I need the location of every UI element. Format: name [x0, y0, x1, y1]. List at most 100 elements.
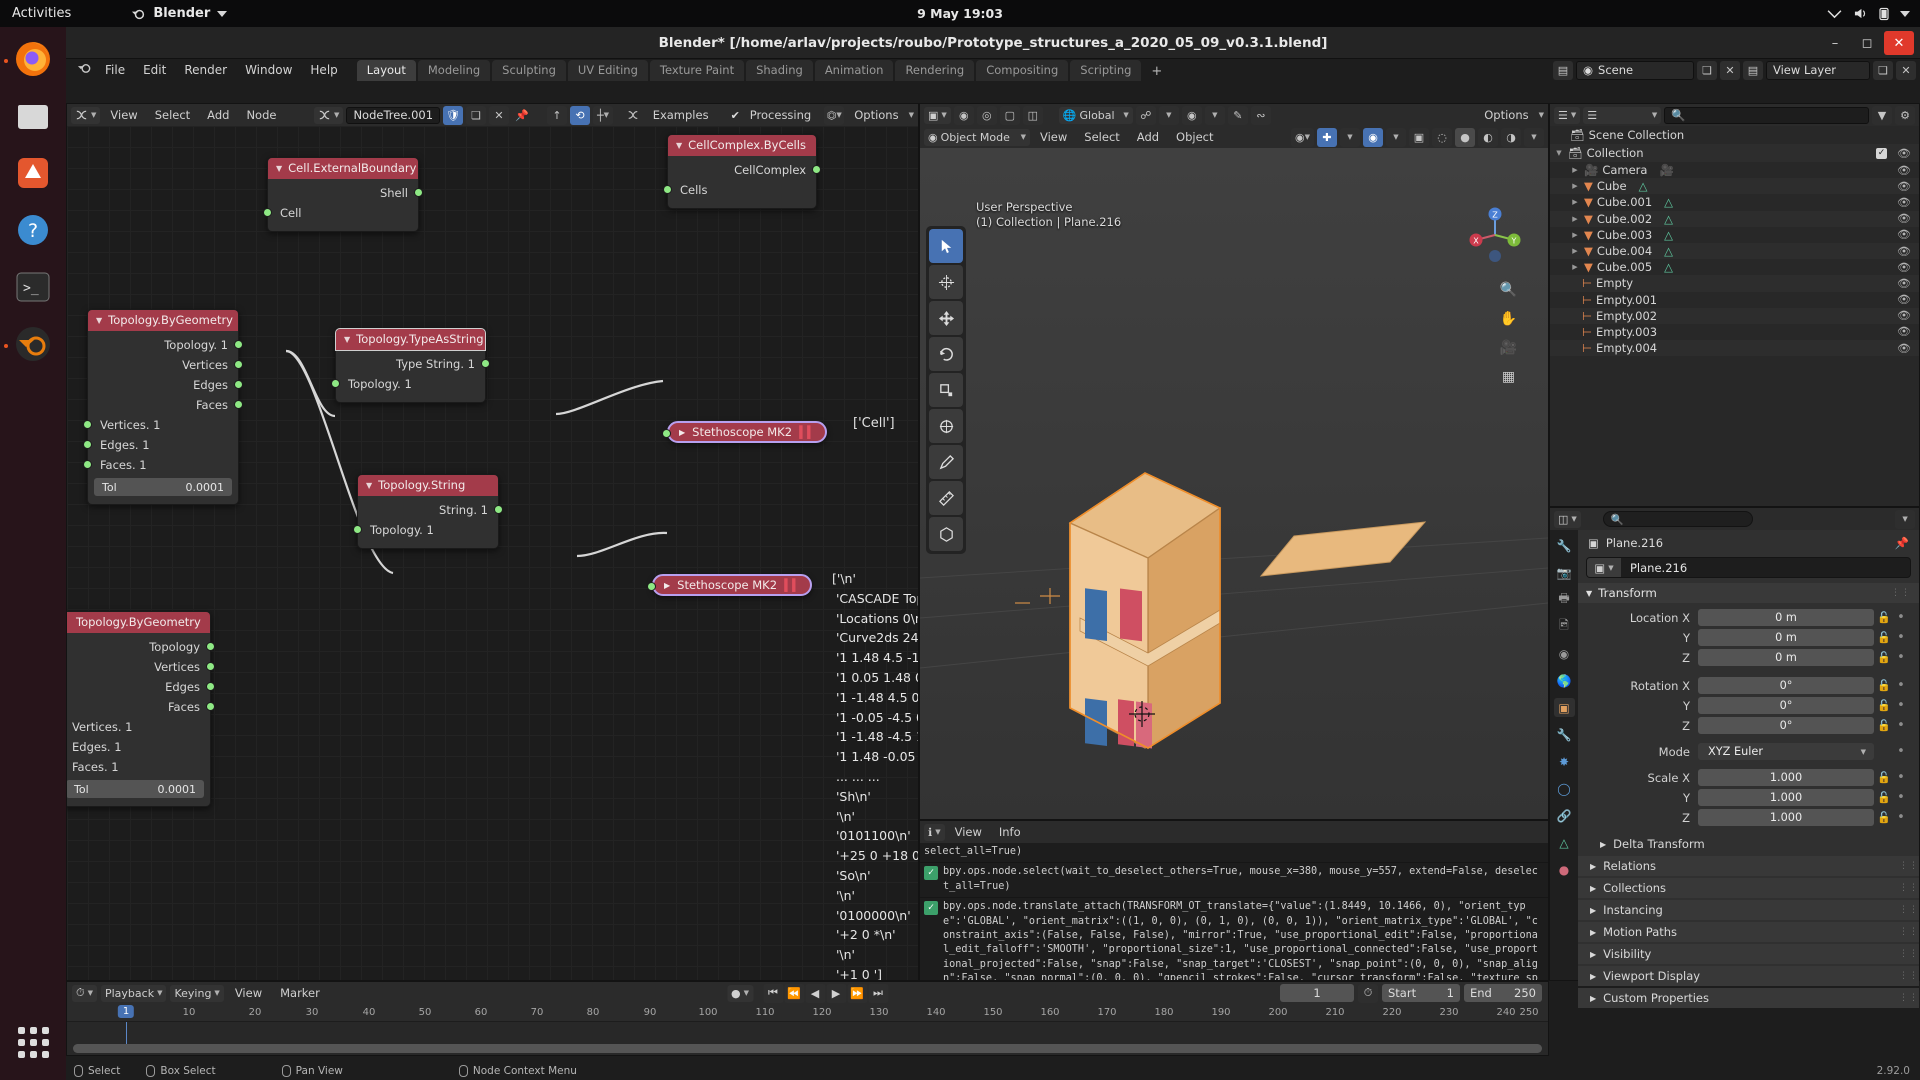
panel-relations[interactable]: ▶ Relations ⋮⋮ — [1578, 856, 1919, 876]
dock-help-icon[interactable]: ? — [9, 206, 57, 254]
tool-annotate[interactable] — [929, 445, 963, 479]
minimize-button[interactable]: – — [1820, 31, 1850, 55]
expand-triangle-icon[interactable]: ▶ — [1570, 182, 1580, 190]
prop-value[interactable]: 0 m — [1698, 609, 1874, 626]
tab-view-layer[interactable]: 🖻 — [1554, 617, 1575, 636]
panel-instancing[interactable]: ▶ Instancing ⋮⋮ — [1578, 900, 1919, 920]
expand-triangle-icon[interactable]: ▶ — [1570, 263, 1580, 271]
pin-icon[interactable]: 📌 — [512, 106, 532, 125]
tab-compositing[interactable]: Compositing — [976, 60, 1069, 81]
rotation-mode-select[interactable]: XYZ Euler ▼ — [1698, 743, 1874, 760]
lock-icon[interactable]: 🔓 — [1874, 811, 1894, 824]
lock-icon[interactable]: 🔓 — [1874, 651, 1894, 664]
expand-triangle-icon[interactable]: ▶ — [679, 428, 685, 437]
end-frame-field[interactable]: End 250 — [1464, 984, 1542, 1002]
shading-solid-button[interactable]: ● — [1455, 127, 1475, 147]
mesh-data-icon[interactable]: △ — [1664, 244, 1673, 258]
tool-select-box[interactable] — [929, 229, 963, 263]
outliner-item-empty-001[interactable]: ⊢ Empty.001 👁 — [1550, 292, 1919, 308]
tab-modifiers[interactable]: 🔧 — [1554, 725, 1575, 744]
timeline-ruler[interactable]: 1 10 20 30 40 50 60 70 80 90 100 110 120… — [67, 1004, 1548, 1022]
unlink-nodetree-button[interactable]: ✕ — [489, 105, 510, 125]
output-socket[interactable] — [481, 359, 490, 368]
info-editor-type-selector[interactable]: ℹ ▼ — [924, 823, 945, 841]
outliner-scene-collection-row[interactable]: 🗃 Scene Collection — [1550, 126, 1919, 144]
snap-toggle-button[interactable]: ⟲ — [569, 105, 590, 125]
node-topology-typeasstring[interactable]: ▼ Topology.TypeAsString Type String. 1 T… — [331, 328, 490, 403]
eye-icon[interactable]: 👁 — [1897, 309, 1911, 322]
timeline-horizontal-scrollbar[interactable] — [73, 1044, 1542, 1053]
node-cell-externalboundary[interactable]: ▼ Cell.ExternalBoundary Shell Cell — [263, 157, 423, 232]
menu-file[interactable]: File — [96, 61, 134, 79]
remove-view-layer-button[interactable]: ✕ — [1896, 60, 1916, 80]
tool-add-cube[interactable] — [929, 517, 963, 551]
outliner-item-cube-001[interactable]: ▶ ▼ Cube.001 △ 👁 — [1550, 194, 1919, 210]
prop-value[interactable]: 1.000 — [1698, 809, 1874, 826]
timeline-editor-type-selector[interactable]: ⏱ ▼ — [72, 984, 97, 1002]
eye-icon[interactable]: 👁 — [1897, 342, 1911, 355]
node-topology-bygeometry-2[interactable]: Topology.ByGeometry Topology Vertices Ed… — [67, 611, 215, 807]
proportional-edit-button[interactable]: ◉ — [1181, 105, 1202, 125]
outliner-item-cube-003[interactable]: ▶ ▼ Cube.003 △ 👁 — [1550, 227, 1919, 243]
outliner-item-cube-005[interactable]: ▶ ▼ Cube.005 △ 👁 — [1550, 259, 1919, 275]
camera-view-icon[interactable]: 🎥 — [1497, 336, 1520, 359]
animate-dot-icon[interactable]: • — [1894, 678, 1908, 693]
properties-search-input[interactable]: 🔍 — [1602, 511, 1753, 527]
tab-shading[interactable]: Shading — [746, 60, 813, 81]
fake-user-button[interactable]: 🛡 — [443, 105, 464, 125]
input-socket[interactable] — [263, 208, 272, 217]
menu-help[interactable]: Help — [301, 61, 346, 79]
eye-icon[interactable]: 👁 — [1897, 164, 1911, 177]
add-workspace-button[interactable]: + — [1143, 62, 1170, 81]
xray-toggle-button[interactable]: ▣ — [1409, 127, 1429, 147]
collapse-triangle-icon[interactable]: ▼ — [276, 164, 282, 173]
panel-custom-properties[interactable]: ▶ Custom Properties ⋮⋮ — [1578, 988, 1919, 1008]
eye-icon[interactable]: 👁 — [1897, 196, 1911, 209]
shading-rendered-button[interactable]: ◑ — [1501, 127, 1521, 147]
animate-dot-icon[interactable]: • — [1894, 810, 1908, 825]
viewport-editor-type-selector[interactable]: ▣ ▼ — [924, 106, 951, 124]
tab-layout[interactable]: Layout — [356, 60, 416, 81]
go-to-parent-button[interactable]: ↑ — [546, 105, 567, 125]
object-type-icon[interactable]: ▣ ▼ — [1587, 558, 1621, 577]
info-menu-view[interactable]: View — [948, 824, 989, 840]
expand-triangle-icon[interactable]: ▶ — [1590, 950, 1596, 959]
node-output-row[interactable]: Edges — [67, 677, 215, 697]
scene-browse-icon[interactable]: ▤ — [1553, 60, 1573, 80]
mesh-data-icon[interactable]: △ — [1664, 260, 1673, 274]
gizmo-dropdown-button[interactable]: ▼ — [1340, 127, 1360, 147]
expand-triangle-icon[interactable]: ▼ — [1586, 589, 1592, 598]
expand-triangle-icon[interactable]: ▶ — [664, 581, 670, 590]
timeline-body[interactable]: 1 10 20 30 40 50 60 70 80 90 100 110 120… — [67, 1004, 1548, 1055]
expand-triangle-icon[interactable]: ▶ — [1590, 994, 1596, 1003]
animate-dot-icon[interactable]: • — [1894, 698, 1908, 713]
pause-icon[interactable]: ▍▍ — [799, 425, 816, 439]
panel-transform-header[interactable]: ▼ Transform ⋮⋮ — [1578, 583, 1919, 603]
jump-end-icon[interactable]: ⏭ — [868, 983, 888, 1003]
timeline-menu-view[interactable]: View — [228, 985, 269, 1001]
overlays-dropdown-button[interactable]: ▼ — [1386, 127, 1406, 147]
expand-triangle-icon[interactable]: ▶ — [1590, 862, 1596, 871]
properties-options-button[interactable]: ▼ — [1895, 509, 1916, 529]
play-reverse-icon[interactable]: ◀ — [805, 983, 825, 1003]
tool-move[interactable] — [929, 301, 963, 335]
outliner-item-cube[interactable]: ▶ ▼ Cube △ 👁 — [1550, 178, 1919, 195]
node-output-row[interactable]: Vertices — [88, 355, 243, 375]
input-socket[interactable] — [353, 525, 362, 534]
node-menu-add[interactable]: Add — [200, 107, 236, 123]
output-socket[interactable] — [812, 165, 821, 174]
use-preview-range-icon[interactable]: ⏱ — [1358, 983, 1378, 1003]
tool-transform[interactable] — [929, 409, 963, 443]
keying-menu[interactable]: Keying ▼ — [170, 984, 224, 1002]
transform-orientation-selector[interactable]: 🌐 Global ▼ — [1058, 106, 1133, 124]
output-socket[interactable] — [414, 188, 423, 197]
panel-collections[interactable]: ▶ Collections ⋮⋮ — [1578, 878, 1919, 898]
lock-icon[interactable]: 🔓 — [1874, 699, 1894, 712]
playback-menu[interactable]: Playback ▼ — [100, 984, 167, 1002]
node-output-row[interactable]: Vertices — [67, 657, 215, 677]
node-input-row[interactable]: Cells — [663, 180, 816, 200]
camera-data-icon[interactable]: 🎥 — [1659, 163, 1673, 177]
outliner-item-cube-004[interactable]: ▶ ▼ Cube.004 △ 👁 — [1550, 242, 1919, 260]
node-input-row[interactable]: Cell — [263, 203, 418, 223]
viewport-gizmo-group-1[interactable]: ◉ — [953, 105, 974, 125]
